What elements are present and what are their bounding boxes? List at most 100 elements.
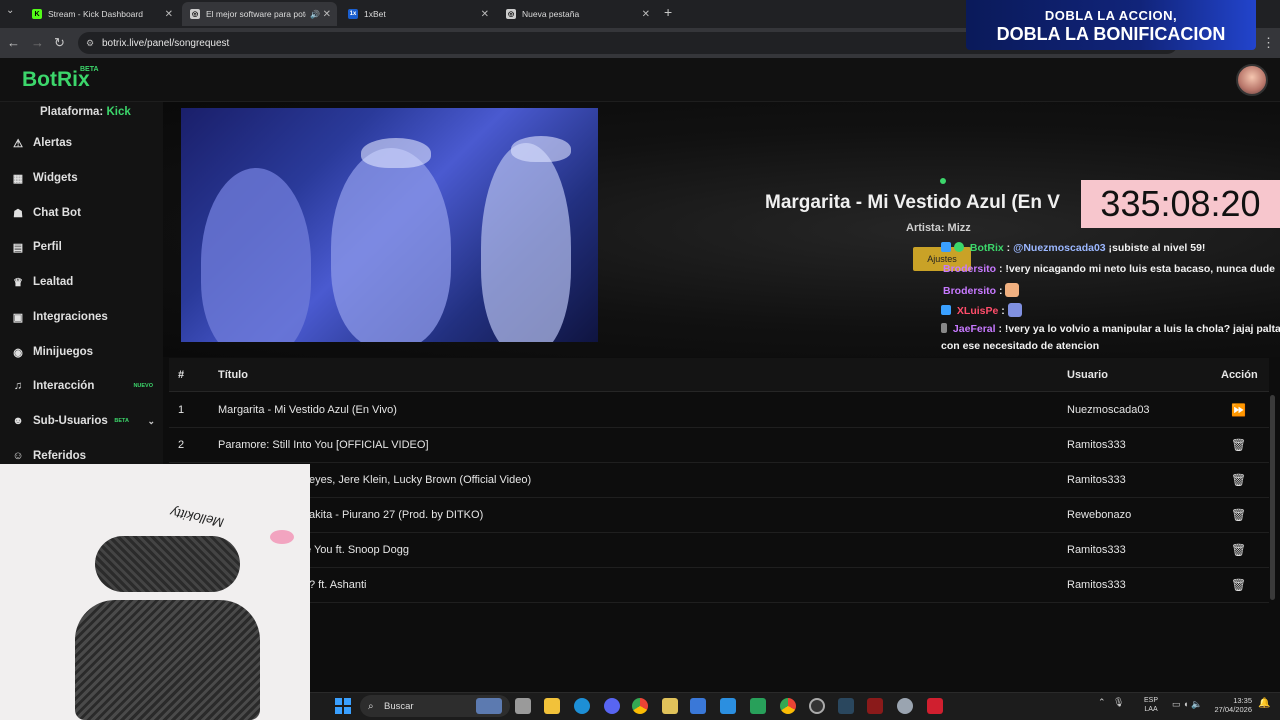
search-label: Buscar xyxy=(384,700,414,712)
notification-bell-icon[interactable]: 🔔 xyxy=(1258,698,1270,709)
table-scrollbar[interactable] xyxy=(1270,395,1275,600)
trash-icon[interactable]: 🗑 xyxy=(1231,578,1246,592)
tab-title: 1xBet xyxy=(364,9,386,19)
app-icon[interactable] xyxy=(927,698,943,714)
chat-user: Brodersito xyxy=(943,285,997,297)
app-icon[interactable] xyxy=(662,698,678,714)
language-indicator[interactable]: ESP LAA xyxy=(1144,696,1158,714)
speaker-icon[interactable]: 🔊 xyxy=(310,10,320,19)
chevron-down-icon[interactable]: ⌄ xyxy=(147,416,155,427)
windows-start-icon[interactable] xyxy=(335,698,351,714)
column-header-title: Título xyxy=(218,369,248,381)
weather-widget-icon[interactable] xyxy=(476,698,502,714)
obs-icon[interactable] xyxy=(809,698,825,714)
sidebar-item-alertas[interactable]: ⚠ Alertas xyxy=(0,128,163,158)
new-tab-button[interactable]: + xyxy=(664,4,672,20)
close-icon[interactable]: ✕ xyxy=(642,9,650,20)
sidebar-item-chat-bot[interactable]: ☗ Chat Bot xyxy=(0,198,163,228)
edge-icon[interactable] xyxy=(574,698,590,714)
sidebar-item-label: Referidos xyxy=(33,450,87,462)
platform-value: Kick xyxy=(106,106,131,118)
promo-line-2: DOBLA LA BONIFICACION xyxy=(996,24,1226,44)
discord-icon[interactable] xyxy=(604,698,620,714)
close-icon[interactable]: ✕ xyxy=(481,9,489,20)
table-row: 4 akita - Piurano 27 (Prod. by DITKO) Re… xyxy=(169,498,1269,533)
row-title: Margarita - Mi Vestido Azul (En Vivo) xyxy=(218,404,397,416)
forward-arrow-icon[interactable]: → xyxy=(31,35,44,50)
back-arrow-icon[interactable]: ← xyxy=(7,35,20,50)
sidebar-item-label: Interacción xyxy=(33,380,95,392)
sub-badge-icon xyxy=(941,305,951,315)
row-title: eyes, Jere Klein, Lucky Brown (Official … xyxy=(309,474,532,486)
table-row: 3 eyes, Jere Klein, Lucky Brown (Officia… xyxy=(169,463,1269,498)
table-row: 6 ? ft. Ashanti Ramitos333 🗑 xyxy=(169,568,1269,603)
avatar[interactable] xyxy=(1236,64,1268,96)
chat-message: BotRix : @Nuezmoscada03 ¡subiste al nive… xyxy=(941,242,1205,254)
task-view-icon[interactable] xyxy=(515,698,531,714)
network-sound-icons[interactable]: ▭ ◖ 🔈 xyxy=(1172,699,1202,710)
sidebar-item-minijuegos[interactable]: ◉ Minijuegos xyxy=(0,337,163,367)
chat-text: : !very ya lo volvio a manipular a luis … xyxy=(995,323,1280,335)
tab-list-icon[interactable]: ⌄ xyxy=(6,5,14,16)
column-header-action: Acción xyxy=(1221,369,1258,381)
reload-icon[interactable]: ↻ xyxy=(54,35,65,51)
music-icon: ♫ xyxy=(13,380,23,392)
video-figure xyxy=(201,168,311,342)
tab-kick-dashboard[interactable]: K Stream - Kick Dashboard ✕ xyxy=(24,2,179,26)
site-info-icon[interactable]: ⚙ xyxy=(86,38,94,49)
sidebar-item-perfil[interactable]: ▤ Perfil xyxy=(0,232,163,262)
chat-text: : xyxy=(996,285,1003,297)
robot-icon: ☗ xyxy=(13,207,23,220)
chat-mention: @Nuezmoscada03 xyxy=(1013,242,1106,254)
chrome-icon[interactable] xyxy=(632,698,648,714)
sidebar-item-label: Integraciones xyxy=(33,311,108,323)
app-icon[interactable] xyxy=(867,698,883,714)
sidebar-item-interaccion[interactable]: ♫ Interacción NUEVO xyxy=(0,371,163,401)
table-row: 1 Margarita - Mi Vestido Azul (En Vivo) … xyxy=(169,393,1269,428)
settings-gear-icon[interactable] xyxy=(897,698,913,714)
row-user: Ramitos333 xyxy=(1067,579,1126,591)
sidebar-item-widgets[interactable]: ▦ Widgets xyxy=(0,163,163,193)
tab-1xbet[interactable]: 1x 1xBet ✕ xyxy=(340,2,495,26)
vscode-icon[interactable] xyxy=(720,698,736,714)
puzzle-icon: ▣ xyxy=(12,311,24,324)
chat-text: : xyxy=(998,305,1005,317)
promo-line-1: DOBLA LA ACCION, xyxy=(1044,8,1178,23)
clock-date: 27/04/2026 xyxy=(1214,705,1252,714)
menu-dots-icon[interactable]: ⋮ xyxy=(1262,35,1275,51)
tab-software[interactable]: ◎ El mejor software para pote 🔊 ✕ xyxy=(182,2,337,26)
new-badge: NUEVO xyxy=(133,383,153,389)
row-user: Rewebonazo xyxy=(1067,509,1132,521)
system-tray-icons[interactable]: ⌃ 🎙 xyxy=(1098,697,1124,708)
sidebar-item-lealtad[interactable]: ♛ Lealtad xyxy=(0,267,163,297)
visual-studio-icon[interactable] xyxy=(750,698,766,714)
chat-message: JaeFeral : !very ya lo volvio a manipula… xyxy=(941,323,1280,335)
close-icon[interactable]: ✕ xyxy=(165,9,173,20)
sidebar-item-label: Lealtad xyxy=(33,276,74,288)
close-icon[interactable]: ✕ xyxy=(323,9,331,20)
app-icon[interactable] xyxy=(690,698,706,714)
referral-icon: ☺ xyxy=(12,450,24,462)
file-explorer-icon[interactable] xyxy=(544,698,560,714)
skip-icon[interactable]: ⏩ xyxy=(1231,403,1246,417)
steam-icon[interactable] xyxy=(838,698,854,714)
row-title: akita - Piurano 27 (Prod. by DITKO) xyxy=(309,509,484,521)
platform-label: Plataforma: xyxy=(40,106,104,118)
video-player[interactable] xyxy=(181,108,598,342)
chat-text: con ese necesitado de atencion xyxy=(941,340,1100,352)
sidebar-item-sub-usuarios[interactable]: ☻ Sub-Usuarios BETA ⌄ xyxy=(0,406,163,436)
taskbar-clock[interactable]: 13:35 27/04/2026 xyxy=(1206,696,1252,714)
platform-indicator: Plataforma: Kick xyxy=(40,106,131,118)
trash-icon[interactable]: 🗑 xyxy=(1231,508,1246,522)
chrome-icon[interactable] xyxy=(780,698,796,714)
column-header-number: # xyxy=(178,369,185,381)
trash-icon[interactable]: 🗑 xyxy=(1231,473,1246,487)
trash-icon[interactable]: 🗑 xyxy=(1231,438,1246,452)
video-figure xyxy=(331,148,451,342)
globe-icon: ◎ xyxy=(506,9,516,19)
kick-icon: K xyxy=(32,9,42,19)
botrix-logo[interactable]: BotRix BETA xyxy=(22,66,99,92)
tab-new-tab[interactable]: ◎ Nueva pestaña ✕ xyxy=(498,2,656,26)
trash-icon[interactable]: 🗑 xyxy=(1231,543,1246,557)
sidebar-item-integraciones[interactable]: ▣ Integraciones xyxy=(0,302,163,332)
